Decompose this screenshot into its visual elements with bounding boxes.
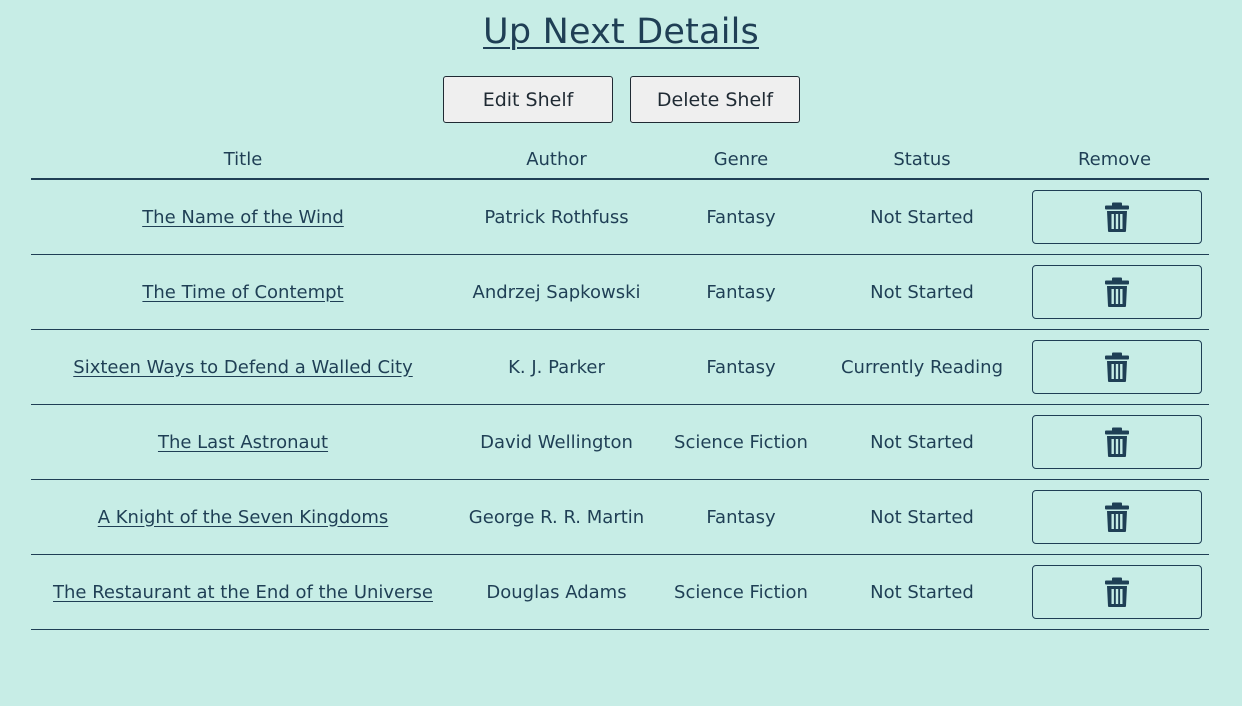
author-cell: Patrick Rothfuss xyxy=(455,179,658,255)
remove-book-button[interactable] xyxy=(1031,415,1202,469)
title-cell: Sixteen Ways to Defend a Walled City xyxy=(31,329,455,405)
genre-cell: Science Fiction xyxy=(658,554,824,630)
remove-cell xyxy=(1020,329,1209,405)
status-cell: Not Started xyxy=(824,479,1020,555)
trash-icon xyxy=(1104,427,1129,457)
remove-cell xyxy=(1020,179,1209,255)
remove-book-button[interactable] xyxy=(1031,490,1202,544)
trash-icon xyxy=(1104,202,1129,232)
trash-icon xyxy=(1104,577,1129,607)
status-cell: Not Started xyxy=(824,179,1020,255)
edit-shelf-button[interactable]: Edit Shelf xyxy=(443,76,613,123)
header-genre: Genre xyxy=(658,140,824,180)
page-title[interactable]: Up Next Details xyxy=(0,12,1242,52)
remove-book-button[interactable] xyxy=(1031,340,1202,394)
trash-icon xyxy=(1104,352,1129,382)
remove-cell xyxy=(1020,479,1209,555)
book-title-link[interactable]: The Name of the Wind xyxy=(142,207,344,228)
table-header-row: Title Author Genre Status Remove xyxy=(31,140,1209,180)
author-cell: K. J. Parker xyxy=(455,329,658,405)
book-title-link[interactable]: The Time of Contempt xyxy=(142,282,343,303)
table-row: A Knight of the Seven Kingdoms George R.… xyxy=(31,479,1209,555)
title-cell: The Time of Contempt xyxy=(31,254,455,330)
book-title-link[interactable]: The Last Astronaut xyxy=(158,432,328,453)
genre-cell: Fantasy xyxy=(658,254,824,330)
author-cell: George R. R. Martin xyxy=(455,479,658,555)
table-row: Sixteen Ways to Defend a Walled City K. … xyxy=(31,329,1209,405)
remove-cell xyxy=(1020,404,1209,480)
title-cell: The Restaurant at the End of the Univers… xyxy=(31,554,455,630)
author-cell: David Wellington xyxy=(455,404,658,480)
remove-book-button[interactable] xyxy=(1031,190,1202,244)
status-cell: Not Started xyxy=(824,554,1020,630)
remove-book-button[interactable] xyxy=(1031,265,1202,319)
trash-icon xyxy=(1104,502,1129,532)
title-cell: A Knight of the Seven Kingdoms xyxy=(31,479,455,555)
genre-cell: Fantasy xyxy=(658,179,824,255)
status-cell: Not Started xyxy=(824,254,1020,330)
books-table: Title Author Genre Status Remove The Nam… xyxy=(31,140,1209,630)
header-remove: Remove xyxy=(1020,140,1209,180)
delete-shelf-button[interactable]: Delete Shelf xyxy=(630,76,800,123)
remove-book-button[interactable] xyxy=(1031,565,1202,619)
title-cell: The Name of the Wind xyxy=(31,179,455,255)
table-row: The Last Astronaut David Wellington Scie… xyxy=(31,404,1209,480)
author-cell: Andrzej Sapkowski xyxy=(455,254,658,330)
trash-icon xyxy=(1104,277,1129,307)
title-cell: The Last Astronaut xyxy=(31,404,455,480)
table-row: The Time of Contempt Andrzej Sapkowski F… xyxy=(31,254,1209,330)
header-status: Status xyxy=(824,140,1020,180)
genre-cell: Fantasy xyxy=(658,329,824,405)
book-title-link[interactable]: The Restaurant at the End of the Univers… xyxy=(53,582,433,603)
book-title-link[interactable]: Sixteen Ways to Defend a Walled City xyxy=(73,357,412,378)
table-row: The Restaurant at the End of the Univers… xyxy=(31,554,1209,630)
header-author: Author xyxy=(455,140,658,180)
status-cell: Currently Reading xyxy=(824,329,1020,405)
book-title-link[interactable]: A Knight of the Seven Kingdoms xyxy=(98,507,389,528)
remove-cell xyxy=(1020,554,1209,630)
genre-cell: Fantasy xyxy=(658,479,824,555)
page: Up Next Details Edit Shelf Delete Shelf … xyxy=(0,0,1242,706)
genre-cell: Science Fiction xyxy=(658,404,824,480)
header-title: Title xyxy=(31,140,455,180)
remove-cell xyxy=(1020,254,1209,330)
status-cell: Not Started xyxy=(824,404,1020,480)
shelf-actions: Edit Shelf Delete Shelf xyxy=(0,76,1242,123)
author-cell: Douglas Adams xyxy=(455,554,658,630)
table-row: The Name of the Wind Patrick Rothfuss Fa… xyxy=(31,179,1209,255)
